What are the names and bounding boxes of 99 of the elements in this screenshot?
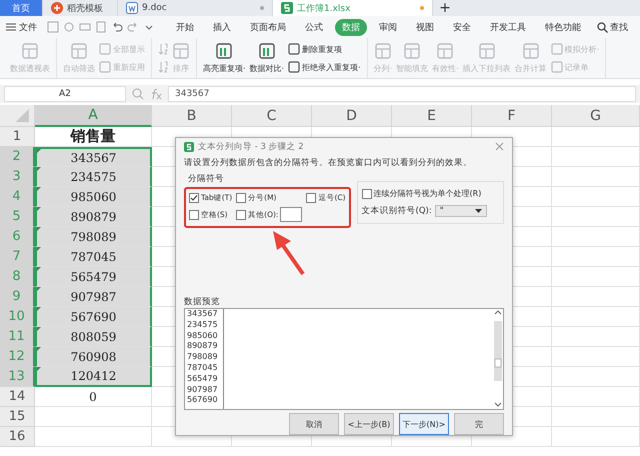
preview-value: 890879	[187, 341, 219, 352]
tool-icon	[99, 61, 111, 73]
table-cell: 120412	[35, 367, 152, 387]
zoom-icon	[132, 88, 144, 100]
table-cell: 907987	[35, 287, 152, 307]
preview-value: 565479	[187, 374, 219, 385]
close-icon[interactable]	[495, 142, 504, 151]
tool-icon	[374, 42, 392, 60]
preview-value: 787045	[187, 362, 219, 374]
annotation-arrow	[270, 230, 306, 276]
column-header[interactable]: G	[552, 105, 640, 127]
table-cell: 985060	[35, 187, 152, 207]
menu-tab[interactable]: 视图	[409, 18, 441, 36]
function-icon	[150, 88, 162, 100]
menu-tab[interactable]: 开发工具	[483, 18, 533, 36]
file-menu[interactable]: 文件	[6, 20, 37, 34]
tool-icon	[215, 42, 234, 60]
table-cell: 234575	[35, 167, 152, 187]
search-button[interactable]: 查找	[597, 20, 628, 34]
column-header[interactable]: B	[152, 105, 232, 127]
tool-icon	[550, 43, 563, 55]
column-header[interactable]: C	[232, 105, 312, 127]
dialog-button[interactable]: 完	[454, 413, 504, 435]
preview-value: 567690	[187, 395, 219, 406]
column-header[interactable]: D	[312, 105, 392, 127]
name-box[interactable]: A2	[4, 86, 126, 102]
menu-tab[interactable]: 审阅	[372, 18, 404, 36]
checkbox-icon[interactable]	[189, 210, 199, 220]
document-tab[interactable]: 首页	[0, 0, 43, 16]
column-header[interactable]: F	[472, 105, 552, 127]
tool-icon	[258, 42, 276, 60]
ribbon-button[interactable]: 拒绝录入重复项·	[288, 61, 361, 73]
search-icon	[597, 22, 608, 32]
menu-tab[interactable]: 插入	[206, 18, 238, 36]
tool-icon	[550, 61, 563, 73]
tool-icon	[436, 42, 454, 60]
tool-icon	[70, 42, 88, 60]
preview-value: 798089	[187, 352, 219, 363]
checkbox[interactable]: 连续分隔符号视为单个处理(R)	[362, 188, 499, 199]
ribbon-button[interactable]: 高亮重复项·	[203, 42, 246, 74]
toolbar-icon[interactable]	[111, 21, 123, 33]
table-cell: 343567	[35, 147, 152, 167]
document-tab[interactable]: 工作簿1.xlsx	[273, 0, 433, 16]
row-header[interactable]: 1	[0, 127, 35, 147]
document-icon	[126, 2, 138, 14]
ribbon-button[interactable]: 删除重复项	[288, 43, 361, 55]
menu-tab[interactable]: 页面布局	[243, 18, 293, 36]
field-label: 文本识别符号(Q):	[362, 205, 432, 217]
checkbox-icon[interactable]	[306, 193, 316, 203]
app-icon	[184, 142, 194, 152]
document-icon	[51, 2, 63, 14]
preview-value: 985060	[187, 330, 219, 342]
formula-field[interactable]: 343567	[168, 86, 636, 102]
menu-tab[interactable]: 开始	[169, 18, 201, 36]
select-all-corner	[0, 105, 35, 127]
menu-tab[interactable]: 特色功能	[538, 18, 588, 36]
table-cell: 798089	[35, 227, 152, 247]
ribbon-button[interactable]: 数据对比·	[250, 42, 284, 74]
checkbox-icon[interactable]	[189, 193, 199, 203]
tool-icon	[288, 61, 300, 73]
preview-value: 343567	[187, 309, 219, 320]
dialog-button[interactable]: 下一步(N)>	[399, 413, 449, 435]
input-field[interactable]	[280, 207, 302, 222]
document-icon	[281, 2, 293, 14]
table-cell: 890879	[35, 207, 152, 227]
column-header[interactable]: E	[392, 105, 472, 127]
table-cell: 567690	[35, 307, 152, 327]
tool-icon	[21, 42, 39, 60]
checkbox-icon[interactable]	[236, 193, 246, 203]
table-cell: 0	[35, 387, 152, 407]
preview-value: 234575	[187, 320, 219, 331]
tool-icon	[478, 42, 496, 60]
dialog-button[interactable]: <上一步(B)	[344, 413, 394, 435]
tool-icon	[172, 42, 190, 60]
dropdown[interactable]: "	[434, 205, 487, 217]
preview-label: 数据预览	[184, 296, 221, 308]
checkbox-icon[interactable]	[362, 188, 372, 198]
new-tab-button[interactable]: +	[433, 0, 457, 16]
menu-tab[interactable]: 公式	[298, 18, 330, 36]
row-header[interactable]: 15	[0, 407, 35, 427]
tool-icon	[403, 42, 422, 60]
tool-icon	[522, 42, 540, 60]
table-cell: 565479	[35, 267, 152, 287]
row-header[interactable]: 14	[0, 387, 35, 407]
table-cell: 787045	[35, 247, 152, 267]
tool-icon	[288, 43, 300, 55]
row-header[interactable]: 16	[0, 427, 35, 447]
menu-icon	[6, 23, 16, 31]
checkbox-icon[interactable]	[236, 210, 246, 220]
group-label: 分隔符号	[188, 173, 225, 185]
preview-value: 907987	[187, 384, 219, 396]
menu-tab[interactable]: 安全	[446, 18, 478, 36]
tool-icon	[99, 43, 111, 55]
dialog-button[interactable]: 取消	[289, 413, 339, 435]
instruction-text: 请设置分列数据所包含的分隔符号。在预览窗口内可以看到分列的效果。	[184, 157, 473, 169]
table-cell: 760908	[35, 347, 152, 367]
dropdown-arrow-icon	[474, 209, 482, 213]
dialog-title: 文本分列向导 - 3 步骤之 2	[198, 140, 304, 152]
table-cell: 808059	[35, 327, 152, 347]
